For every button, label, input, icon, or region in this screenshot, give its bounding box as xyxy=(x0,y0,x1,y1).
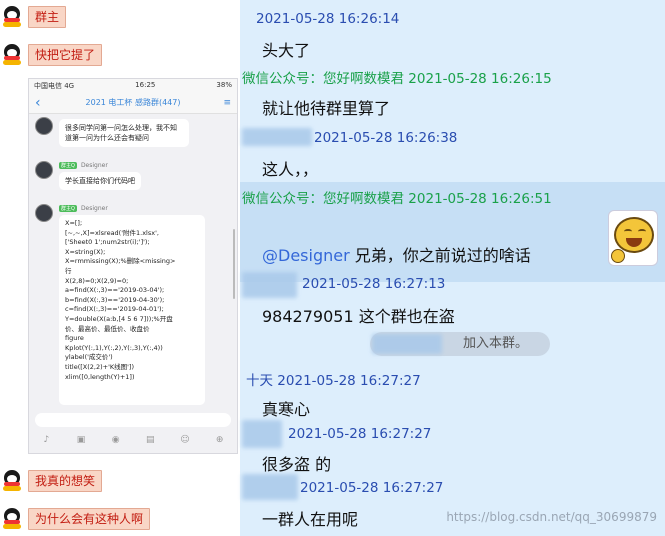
message-text: 学长直接给你们代码吧 xyxy=(59,172,141,190)
phone-message-1: 很多同学问第一问怎么处理，我不知道第一问为什么还会有疑问 xyxy=(35,117,189,147)
scrollbar[interactable] xyxy=(233,229,235,299)
code-line: [~,~,X]=xlsread('附件1.xlsx', xyxy=(65,228,159,237)
sender-name: Designer xyxy=(80,162,108,169)
message-input[interactable] xyxy=(35,413,231,427)
code-line: ['Sheet0 1';num2str(i);']'); xyxy=(65,238,150,247)
chat-bubble: 为什么会有这种人啊 xyxy=(28,508,151,530)
timestamp: 2021-05-28 16:27:27 xyxy=(300,480,444,496)
timestamp: 2021-05-28 16:27:27 xyxy=(288,426,432,442)
chat-bubble: 快把它提了 xyxy=(28,44,103,66)
phone-status-bar: 中国电信 4G 16:25 38% xyxy=(29,79,237,92)
sender-name: 十天 xyxy=(246,373,273,389)
message-text: 这人，， xyxy=(262,160,319,179)
sender-line: 十天 2021-05-28 16:27:27 xyxy=(246,369,421,389)
avatar xyxy=(35,161,53,179)
status-time: 16:25 xyxy=(135,81,156,89)
timestamp: 2021-05-28 16:26:38 xyxy=(314,130,458,146)
timestamp: 2021-05-28 16:26:14 xyxy=(256,11,400,27)
watermark: https://blog.csdn.net/qq_30699879 xyxy=(446,510,657,524)
message-body: 兄弟，你之前说过的啥话 xyxy=(349,246,531,265)
code-block: X=[]; [~,~,X]=xlsread('附件1.xlsx', ['Sheet0… xyxy=(65,219,199,382)
plus-icon[interactable]: ⊕ xyxy=(215,435,225,445)
timestamp: 2021-05-28 16:27:27 xyxy=(277,373,421,389)
left-message-3: 我真的想笑 xyxy=(0,470,103,492)
input-toolbar: ♪ ▣ ◉ ▤ ☺ ⊕ xyxy=(29,433,237,447)
blurred-name xyxy=(242,420,282,448)
message-text: 真寒心 xyxy=(262,400,311,419)
image-icon[interactable]: ▣ xyxy=(76,435,86,445)
chat-bubble: 我真的想笑 xyxy=(28,470,103,492)
microphone-icon[interactable]: ♪ xyxy=(41,435,51,445)
code-line: a=find(X(:,3)=='2019-03-04'); xyxy=(65,286,165,295)
code-line: X=[]; xyxy=(65,219,83,227)
blurred-name xyxy=(242,272,297,298)
battery-label: 38% xyxy=(216,81,232,89)
camera-icon[interactable]: ◉ xyxy=(111,435,121,445)
message-text: 头大了 xyxy=(262,41,311,60)
emoji-icon[interactable]: ☺ xyxy=(180,435,190,445)
sender-name: Designer xyxy=(80,205,108,212)
left-message-1: 群主 xyxy=(0,6,67,28)
code-line: Kplot(Y(:,1),Y(:,2),Y(:,3),Y(:,4)) xyxy=(65,343,163,352)
qq-penguin-avatar xyxy=(1,6,23,28)
code-line: figure xyxy=(65,334,84,343)
chat-bubble: 群主 xyxy=(28,6,67,28)
code-line: Y=double(X(a:b,[4 5 6 7]));%开盘 xyxy=(65,314,173,323)
avatar xyxy=(35,204,53,222)
message-text: 很多盗 的 xyxy=(262,455,332,474)
code-line: title([X(2,2)+'K线图']) xyxy=(65,362,134,371)
code-line: xlim([0,length(Y)+1]) xyxy=(65,372,135,381)
member-tag: 群主Q xyxy=(59,205,77,212)
message-text: 就让他待群里算了 xyxy=(262,99,391,118)
code-line: 价、最高价、最低价、收盘价 xyxy=(65,324,150,333)
message-text: 很多同学问第一问怎么处理，我不知道第一问为什么还会有疑问 xyxy=(59,119,189,147)
laughing-emoji-sticker xyxy=(608,210,658,266)
sender-name: 微信公众号：您好啊数模君 xyxy=(242,71,404,87)
left-message-4: 为什么会有这种人啊 xyxy=(0,508,151,530)
qq-penguin-avatar xyxy=(1,470,23,492)
qq-penguin-avatar xyxy=(1,508,23,530)
timestamp: 2021-05-28 16:27:13 xyxy=(302,276,446,292)
blurred-name xyxy=(372,334,442,354)
message-text: 一群人在用呢 xyxy=(262,510,359,529)
carrier-label: 中国电信 4G xyxy=(34,82,75,90)
phone-message-2: 群主Q Designer 学长直接给你们代码吧 xyxy=(35,161,141,190)
code-message: X=[]; [~,~,X]=xlsread('附件1.xlsx', ['Sheet0… xyxy=(59,215,205,405)
sender-line: 微信公众号：您好啊数模君 2021-05-28 16:26:51 xyxy=(242,187,552,207)
qq-penguin-avatar xyxy=(1,44,23,66)
member-tag: 群主Q xyxy=(59,162,77,169)
blurred-name xyxy=(242,128,312,146)
sender-name: 微信公众号：您好啊数模君 xyxy=(242,191,404,207)
left-chat-panel: 群主 快把它提了 中国电信 4G 16:25 38% ‹ 2021 电工杯 感路… xyxy=(0,0,240,536)
timestamp: 2021-05-28 16:26:15 xyxy=(408,71,552,87)
menu-icon[interactable]: ≡ xyxy=(223,98,231,108)
code-line: X=string(X); xyxy=(65,247,106,256)
red-packet-icon[interactable]: ▤ xyxy=(145,435,155,445)
mention[interactable]: @Designer xyxy=(262,246,350,265)
code-line: 行 xyxy=(65,266,72,275)
code-line: c=find(X(:,3)=='2019-04-01'); xyxy=(65,305,164,314)
code-line: X(2,8)=0;X(2,9)=0; xyxy=(65,276,129,285)
sender-line: 微信公众号：您好啊数模君 2021-05-28 16:26:15 xyxy=(242,67,552,87)
code-line: ylabel('成交价') xyxy=(65,353,113,362)
code-line: b=find(X(:,3)=='2019-04-30'); xyxy=(65,295,165,304)
group-title: 2021 电工杯 感路群(447) xyxy=(85,98,181,107)
left-message-2: 快把它提了 xyxy=(0,44,103,66)
right-chat-panel: 2021-05-28 16:26:14 头大了 微信公众号：您好啊数模君 202… xyxy=(240,0,665,536)
code-line: X=rmmissing(X);%删除<missing> xyxy=(65,257,176,266)
phone-screenshot: 中国电信 4G 16:25 38% ‹ 2021 电工杯 感路群(447) ≡ … xyxy=(28,78,238,454)
blurred-name xyxy=(242,474,298,500)
phone-title-bar: ‹ 2021 电工杯 感路群(447) ≡ xyxy=(29,92,237,114)
timestamp: 2021-05-28 16:26:51 xyxy=(408,191,552,207)
phone-message-3: 群主Q Designer X=[]; [~,~,X]=xlsread('附件1.xl… xyxy=(35,204,205,405)
message-text: 984279051 这个群也在盗 xyxy=(262,307,455,326)
avatar xyxy=(35,117,53,135)
message-text: @Designer 兄弟，你之前说过的啥话 xyxy=(262,242,531,266)
